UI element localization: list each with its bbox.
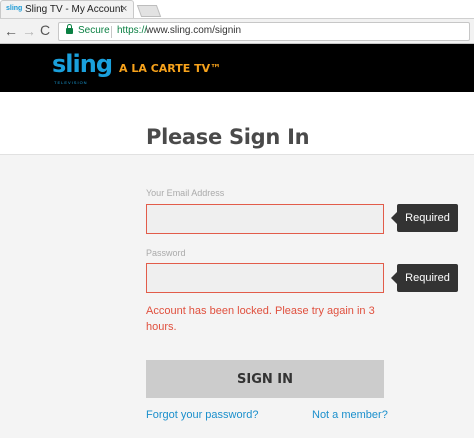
password-field[interactable]	[146, 263, 384, 293]
url-scheme: https://	[117, 25, 148, 36]
lock-icon	[66, 24, 73, 34]
sling-logo[interactable]: sling	[52, 52, 113, 76]
sign-in-button[interactable]: SIGN IN	[146, 360, 384, 398]
logo-subtext: TELEVISION	[54, 80, 88, 85]
reload-icon[interactable]: C	[40, 22, 50, 38]
page-title: Please Sign In	[146, 125, 310, 149]
browser-toolbar: ← → C Secure https:// www.sling.com/sign…	[0, 18, 474, 44]
sling-favicon-icon: sling	[6, 5, 23, 12]
browser-tab-strip: sling Sling TV - My Account ×	[0, 0, 474, 18]
forward-arrow-icon[interactable]: →	[22, 23, 36, 39]
forgot-password-link[interactable]: Forgot your password?	[146, 409, 259, 421]
secure-label: Secure	[78, 25, 110, 36]
email-required-tooltip: Required	[391, 204, 458, 232]
header-tagline: A LA CARTE TV™	[119, 62, 222, 75]
tab-title: Sling TV - My Account	[25, 4, 124, 15]
email-label: Your Email Address	[146, 188, 225, 198]
tab-close-icon[interactable]: ×	[121, 3, 127, 15]
site-header: sling TELEVISION A LA CARTE TV™	[0, 44, 474, 92]
url-text: www.sling.com/signin	[146, 25, 242, 36]
browser-tab[interactable]: sling Sling TV - My Account ×	[0, 0, 134, 18]
not-a-member-link[interactable]: Not a member?	[312, 409, 388, 421]
back-arrow-icon[interactable]: ←	[4, 23, 18, 39]
address-divider	[111, 26, 112, 38]
account-locked-error: Account has been locked. Please try agai…	[146, 305, 375, 333]
email-field[interactable]	[146, 204, 384, 234]
address-bar[interactable]: Secure https:// www.sling.com/signin	[58, 22, 470, 41]
new-tab-button[interactable]	[136, 5, 162, 17]
password-label: Password	[146, 248, 186, 258]
password-required-tooltip: Required	[391, 264, 458, 292]
